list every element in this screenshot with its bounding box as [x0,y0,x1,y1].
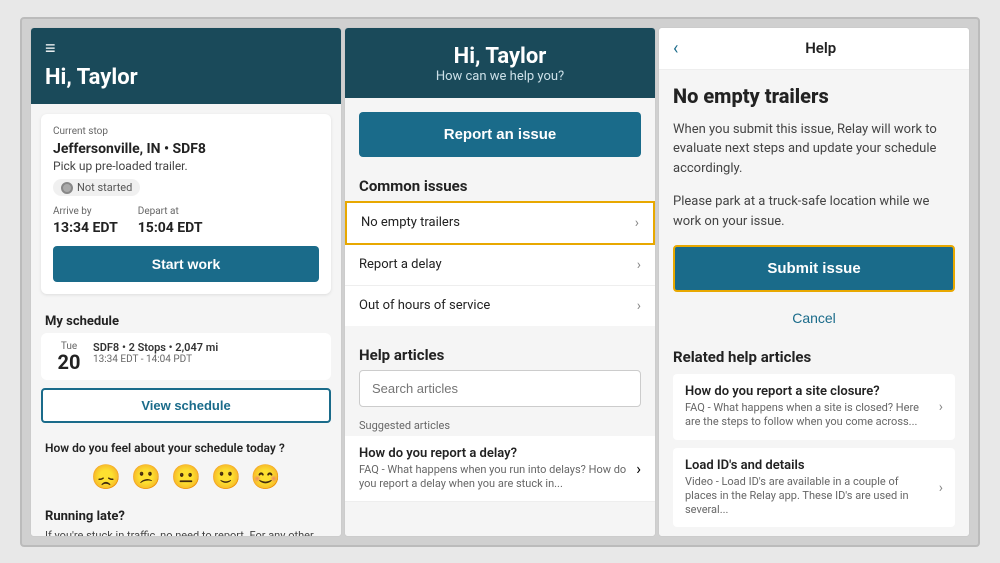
emoji-1[interactable]: 😞 [91,463,121,491]
related-content-2: Load ID's and details Video - Load ID's … [685,458,931,518]
panel-help-detail: ‹ Help No empty trailers When you submit… [658,27,970,537]
issue-label-3: Out of hours of service [359,298,490,313]
issue-desc-1: When you submit this issue, Relay will w… [673,120,955,179]
times-row: Arrive by 13:34 EDT Depart at 15:04 EDT [53,206,319,236]
stop-location: Jeffersonville, IN • SDF8 [53,141,319,157]
panel-home: ≡ Hi, Taylor Current stop Jeffersonville… [30,27,342,537]
issue-item-no-empty-trailers[interactable]: No empty trailers › [345,201,655,245]
related-article-1[interactable]: How do you report a site closure? FAQ - … [673,374,955,440]
cancel-button[interactable]: Cancel [673,302,955,334]
status-badge: Not started [53,179,140,196]
help-subtitle: How can we help you? [359,69,641,84]
emoji-4[interactable]: 🙂 [211,463,241,491]
related-desc-1: FAQ - What happens when a site is closed… [685,401,931,430]
related-title-1: How do you report a site closure? [685,384,931,399]
schedule-header: My schedule [31,304,341,333]
depart-label: Depart at [138,206,203,217]
issue-desc-2: Please park at a truck-safe location whi… [673,192,955,231]
related-articles-header: Related help articles [673,348,955,366]
issue-label-2: Report a delay [359,257,442,272]
stop-card: Current stop Jeffersonville, IN • SDF8 P… [41,114,331,295]
article-title: How do you report a delay? [359,446,636,461]
schedule-date: Tue 20 [55,341,83,372]
running-late-section: Running late? If you're stuck in traffic… [31,499,341,536]
depart-time: Depart at 15:04 EDT [138,206,203,236]
day-num: 20 [55,352,83,372]
depart-value: 15:04 EDT [138,220,203,236]
arrive-value: 13:34 EDT [53,220,118,236]
schedule-item: Tue 20 SDF8 • 2 Stops • 2,047 mi 13:34 E… [41,333,331,380]
help-main-header: Hi, Taylor How can we help you? [345,28,655,98]
related-chevron-1: › [939,399,943,415]
emoji-5[interactable]: 😊 [251,463,281,491]
help-main-body: Report an issue Common issues No empty t… [345,98,655,536]
related-desc-2: Video - Load ID's are available in a cou… [685,475,931,518]
chevron-icon-2: › [637,257,641,273]
schedule-route: SDF8 • 2 Stops • 2,047 mi [93,341,317,354]
emoji-2[interactable]: 😕 [131,463,161,491]
related-article-2[interactable]: Load ID's and details Video - Load ID's … [673,448,955,528]
article-item-delay[interactable]: How do you report a delay? FAQ - What ha… [345,436,655,503]
help-detail-header: ‹ Help [659,28,969,70]
chevron-icon-1: › [635,215,639,231]
arrive-label: Arrive by [53,206,118,217]
related-chevron-2: › [939,480,943,496]
help-detail-title: Help [686,39,955,57]
help-articles-title: Help articles [345,336,655,370]
schedule-time: 13:34 EDT - 14:04 PDT [93,354,317,365]
article-content: How do you report a delay? FAQ - What ha… [359,446,636,492]
menu-icon[interactable]: ≡ [45,38,327,59]
feedback-question: How do you feel about your schedule toda… [45,441,327,455]
related-content-1: How do you report a site closure? FAQ - … [685,384,931,430]
chevron-icon-3: › [637,298,641,314]
running-late-text: If you're stuck in traffic, no need to r… [45,528,327,536]
issue-item-report-delay[interactable]: Report a delay › [345,245,655,286]
schedule-info: SDF8 • 2 Stops • 2,047 mi 13:34 EDT - 14… [93,341,317,365]
view-schedule-button[interactable]: View schedule [41,388,331,423]
home-body: Current stop Jeffersonville, IN • SDF8 P… [31,104,341,536]
article-chevron: › [636,459,641,478]
arrive-time: Arrive by 13:34 EDT [53,206,118,236]
panel-help-main: Hi, Taylor How can we help you? Report a… [344,27,656,537]
help-detail-body: No empty trailers When you submit this i… [659,70,969,536]
issue-list: No empty trailers › Report a delay › Out… [345,201,655,326]
suggested-label: Suggested articles [345,415,655,436]
issue-item-out-of-hours[interactable]: Out of hours of service › [345,286,655,326]
current-stop-label: Current stop [53,126,319,137]
stop-action: Pick up pre-loaded trailer. [53,159,319,173]
related-title-2: Load ID's and details [685,458,931,473]
emoji-row: 😞 😕 😐 🙂 😊 [45,463,327,491]
help-greeting: Hi, Taylor [359,44,641,69]
article-desc: FAQ - What happens when you run into del… [359,463,636,492]
emoji-3[interactable]: 😐 [171,463,201,491]
feedback-section: How do you feel about your schedule toda… [31,433,341,499]
home-greeting: Hi, Taylor [45,65,327,90]
submit-issue-button[interactable]: Submit issue [673,245,955,292]
start-work-button[interactable]: Start work [53,246,319,282]
issue-label-1: No empty trailers [361,215,460,230]
issue-title: No empty trailers [673,84,955,108]
search-articles-input[interactable] [359,370,641,407]
running-late-title: Running late? [45,509,327,524]
home-header: ≡ Hi, Taylor [31,28,341,104]
common-issues-title: Common issues [345,167,655,201]
report-issue-button[interactable]: Report an issue [359,112,641,157]
screenshot-wrapper: ≡ Hi, Taylor Current stop Jeffersonville… [20,17,980,547]
back-button[interactable]: ‹ [673,38,678,59]
